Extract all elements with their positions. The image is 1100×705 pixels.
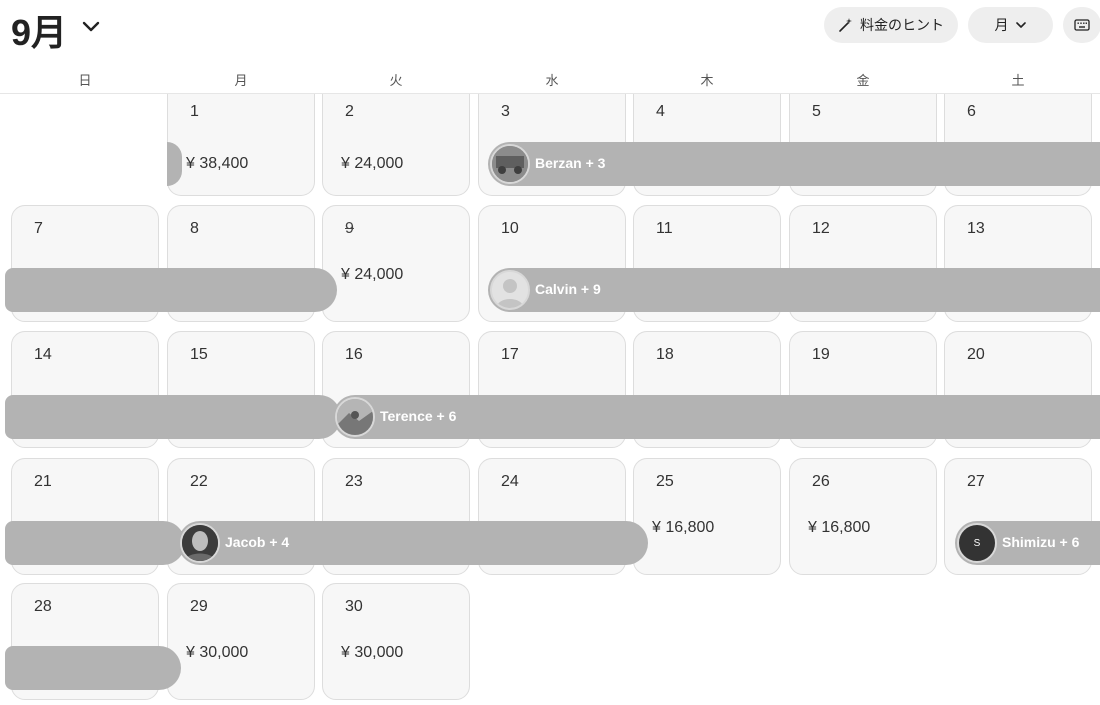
day-cell-9[interactable]: 9 ¥ 24,000 — [322, 205, 470, 322]
chevron-down-icon — [1015, 22, 1026, 28]
weekday-wed: 水 — [545, 73, 559, 88]
day-cell-29[interactable]: 29 ¥ 30,000 — [167, 583, 315, 700]
reservation-bar-continued[interactable] — [5, 395, 341, 439]
day-number: 3 — [501, 103, 510, 120]
day-number: 29 — [190, 598, 208, 615]
day-price: ¥ 16,800 — [652, 519, 715, 536]
day-cell-26[interactable]: 26 ¥ 16,800 — [789, 458, 937, 575]
day-number: 10 — [501, 220, 519, 237]
magic-wand-icon — [839, 18, 852, 32]
day-number: 22 — [190, 473, 208, 490]
weekday-tue: 火 — [389, 73, 403, 88]
weekday-row: 日 月 火 水 木 金 土 — [0, 70, 1100, 94]
reservation-guest-label: Calvin + 9 — [535, 281, 601, 297]
price-tips-label: 料金のヒント — [860, 17, 944, 33]
avatar-initial: S — [973, 537, 981, 549]
weekday-sat: 土 — [1011, 73, 1025, 88]
chevron-down-icon[interactable] — [80, 15, 102, 37]
reservation-bar-shimizu[interactable]: S Shimizu + 6 — [955, 521, 1100, 565]
day-number: 27 — [967, 473, 985, 490]
day-price: ¥ 24,000 — [341, 155, 404, 172]
reservation-bar-continued[interactable] — [5, 268, 337, 312]
day-number-unavailable: 9 — [345, 220, 354, 237]
day-number: 24 — [501, 473, 519, 490]
day-number: 23 — [345, 473, 363, 490]
guest-avatar — [335, 397, 375, 437]
reservation-guest-label: Berzan + 3 — [535, 155, 606, 171]
day-number: 18 — [656, 346, 674, 363]
weekday-sun: 日 — [78, 73, 92, 88]
guest-photo-icon — [182, 525, 218, 561]
view-selector-button[interactable]: 月 — [968, 7, 1053, 43]
reservation-bar-berzan[interactable]: Berzan + 3 — [488, 142, 1100, 186]
day-price: ¥ 38,400 — [186, 155, 249, 172]
day-number: 11 — [656, 220, 673, 237]
day-number: 1 — [190, 103, 199, 120]
view-selector-label: 月 — [994, 17, 1009, 33]
day-number: 17 — [501, 346, 519, 363]
weekday-thu: 木 — [700, 73, 714, 88]
day-cell-1[interactable]: 1 ¥ 38,400 — [167, 94, 315, 196]
day-number: 2 — [345, 103, 354, 120]
weekday-mon: 月 — [234, 73, 248, 88]
day-number: 16 — [345, 346, 363, 363]
weekday-fri: 金 — [856, 73, 870, 88]
guest-photo-icon — [492, 146, 528, 182]
guest-avatar — [180, 523, 220, 563]
keyboard-icon — [1074, 19, 1090, 31]
guest-photo-icon — [337, 399, 373, 435]
day-number: 13 — [967, 220, 985, 237]
day-number: 8 — [190, 220, 199, 237]
guest-avatar: S — [957, 523, 997, 563]
month-title[interactable]: 9月 — [11, 4, 67, 56]
day-number: 5 — [812, 103, 821, 120]
reservation-bar-continued[interactable] — [5, 521, 185, 565]
price-tips-button[interactable]: 料金のヒント — [824, 7, 958, 43]
day-number: 20 — [967, 346, 985, 363]
day-number: 4 — [656, 103, 665, 120]
day-cell-2[interactable]: 2 ¥ 24,000 — [322, 94, 470, 196]
day-number: 12 — [812, 220, 830, 237]
day-price: ¥ 30,000 — [186, 644, 249, 661]
guest-avatar — [490, 270, 530, 310]
day-number: 30 — [345, 598, 363, 615]
day-number: 19 — [812, 346, 830, 363]
default-user-icon — [492, 272, 528, 308]
reservation-bar-calvin[interactable]: Calvin + 9 — [488, 268, 1100, 312]
day-number: 28 — [34, 598, 52, 615]
reservation-guest-label: Shimizu + 6 — [1002, 534, 1080, 550]
reservation-guest-label: Jacob + 4 — [225, 534, 290, 550]
reservation-bar-jacob[interactable]: Jacob + 4 — [178, 521, 648, 565]
day-cell-25[interactable]: 25 ¥ 16,800 — [633, 458, 781, 575]
day-number: 14 — [34, 346, 52, 363]
day-number: 25 — [656, 473, 674, 490]
day-number: 21 — [34, 473, 52, 490]
day-cell-30[interactable]: 30 ¥ 30,000 — [322, 583, 470, 700]
day-number: 7 — [34, 220, 43, 237]
day-price: ¥ 30,000 — [341, 644, 404, 661]
reservation-bar-terence[interactable]: Terence + 6 — [333, 395, 1100, 439]
day-price: ¥ 16,800 — [808, 519, 871, 536]
reservation-guest-label: Terence + 6 — [380, 408, 457, 424]
calendar-header: 9月 料金のヒント 月 — [0, 0, 1100, 62]
keyboard-shortcuts-button[interactable] — [1063, 7, 1100, 43]
day-price: ¥ 24,000 — [341, 266, 404, 283]
guest-avatar — [490, 144, 530, 184]
reservation-bar-continued[interactable] — [5, 646, 181, 690]
day-number: 26 — [812, 473, 830, 490]
day-number: 6 — [967, 103, 976, 120]
day-number: 15 — [190, 346, 208, 363]
